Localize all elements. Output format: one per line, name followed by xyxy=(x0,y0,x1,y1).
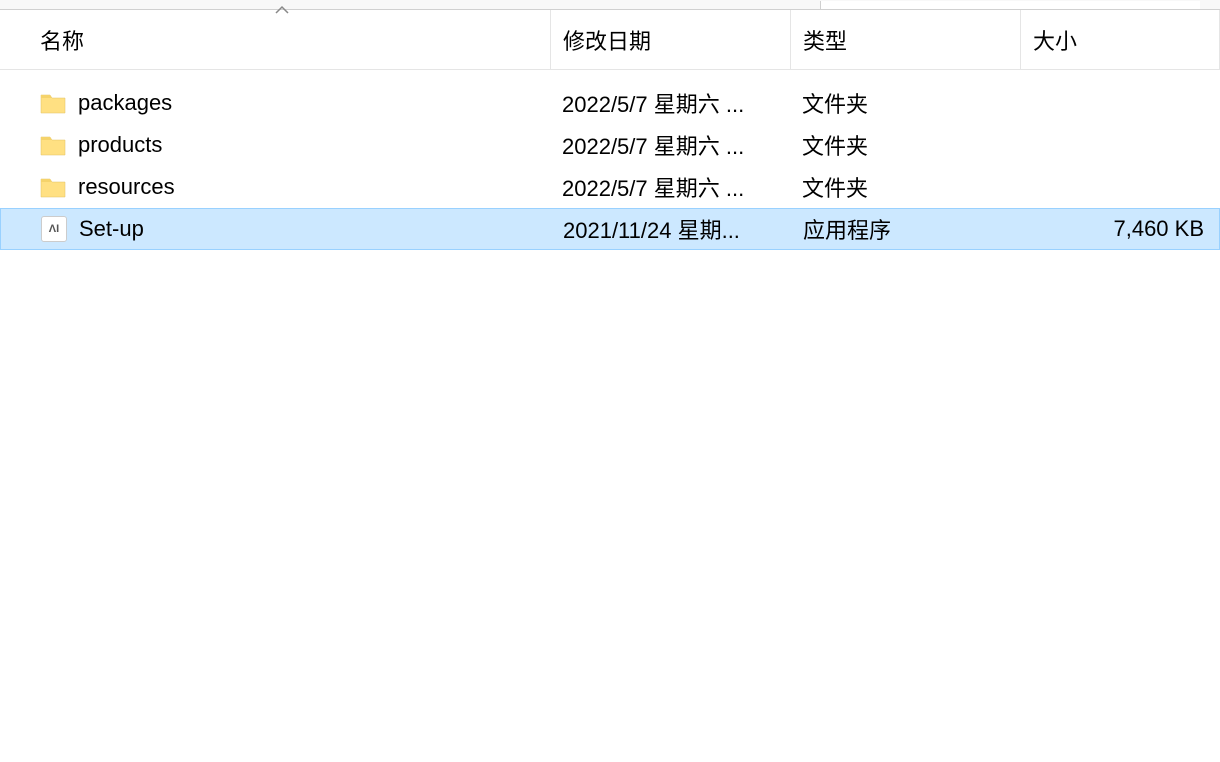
folder-icon xyxy=(40,92,66,114)
column-modified-label: 修改日期 xyxy=(563,24,651,56)
sort-up-icon xyxy=(275,2,289,18)
file-name: resources xyxy=(78,174,175,200)
folder-icon xyxy=(40,176,66,198)
file-type: 文件夹 xyxy=(790,129,1020,161)
file-row[interactable]: resources 2022/5/7 星期六 ... 文件夹 xyxy=(0,166,1220,208)
file-modified: 2022/5/7 星期六 ... xyxy=(550,87,790,119)
column-name-label: 名称 xyxy=(40,29,84,54)
file-row[interactable]: products 2022/5/7 星期六 ... 文件夹 xyxy=(0,124,1220,166)
file-name: packages xyxy=(78,90,172,116)
file-modified: 2021/11/24 星期... xyxy=(551,213,791,245)
folder-icon xyxy=(40,134,66,156)
column-header-size[interactable]: 大小 xyxy=(1020,10,1220,69)
column-size-label: 大小 xyxy=(1033,24,1077,56)
column-header-type[interactable]: 类型 xyxy=(790,10,1020,69)
file-type: 文件夹 xyxy=(790,171,1020,203)
file-type: 文件夹 xyxy=(790,87,1020,119)
file-list: packages 2022/5/7 星期六 ... 文件夹 products 2… xyxy=(0,70,1220,250)
file-modified: 2022/5/7 星期六 ... xyxy=(550,171,790,203)
file-type: 应用程序 xyxy=(791,213,1021,245)
file-modified: 2022/5/7 星期六 ... xyxy=(550,129,790,161)
file-name: Set-up xyxy=(79,216,144,242)
file-size: 7,460 KB xyxy=(1021,216,1219,242)
column-header-modified[interactable]: 修改日期 xyxy=(550,10,790,69)
search-input[interactable] xyxy=(820,1,1200,9)
column-header-row: 名称 修改日期 类型 大小 xyxy=(0,10,1220,70)
column-header-name[interactable]: 名称 xyxy=(0,24,550,56)
column-type-label: 类型 xyxy=(803,24,847,56)
file-name: products xyxy=(78,132,162,158)
file-row[interactable]: packages 2022/5/7 星期六 ... 文件夹 xyxy=(0,82,1220,124)
file-row[interactable]: ΛI Set-up 2021/11/24 星期... 应用程序 7,460 KB xyxy=(0,208,1220,250)
address-search-bar xyxy=(0,0,1220,10)
application-icon: ΛI xyxy=(41,216,67,242)
